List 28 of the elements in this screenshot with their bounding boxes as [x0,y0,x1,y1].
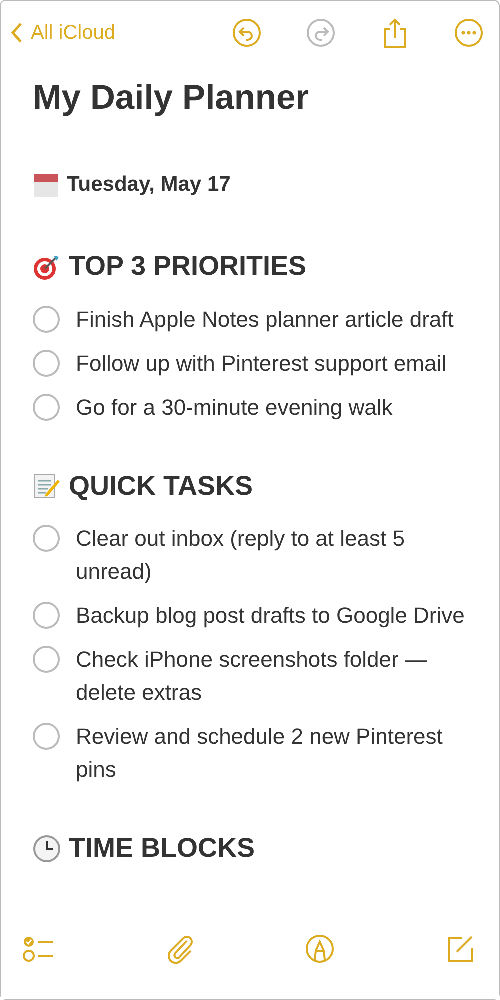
pen-circle-icon[interactable] [304,933,336,965]
task-text: Review and schedule 2 new Pinterest pins [76,723,444,784]
task-text: Check iPhone screenshots folder — delete extras [76,646,428,708]
section-heading: TOP 3 PRIORITIES [69,250,307,284]
checkbox[interactable] [33,350,60,377]
note-title: My Daily Planner [33,78,310,119]
checkbox[interactable] [33,394,60,421]
calendar-icon [33,172,59,198]
date-heading: Tuesday, May 17 [67,172,231,198]
back-button[interactable]: All iCloud [11,18,116,48]
task-text: Finish Apple Notes planner article draft [76,306,454,334]
checkbox[interactable] [33,646,60,674]
checkbox[interactable] [33,602,60,630]
undo-button[interactable] [231,17,263,49]
paperclip-icon[interactable] [166,933,196,965]
section-heading: QUICK TASKS [69,470,254,503]
task-text: Go for a 30-minute evening walk [76,394,393,422]
task-text: Follow up with Pinterest support email [76,350,446,378]
checkbox[interactable] [33,723,60,750]
memo-icon [33,472,61,500]
section-heading: TIME BLOCKS [69,832,255,866]
task-text: Clear out inbox (reply to at least 5 unread) [76,525,406,586]
more-button[interactable] [453,17,485,49]
checkbox[interactable] [33,525,60,552]
task-text: Backup blog post drafts to Google Drive [76,602,465,630]
clock-icon [33,834,61,862]
back-chevron-icon [11,22,23,44]
checkbox[interactable] [33,306,60,333]
